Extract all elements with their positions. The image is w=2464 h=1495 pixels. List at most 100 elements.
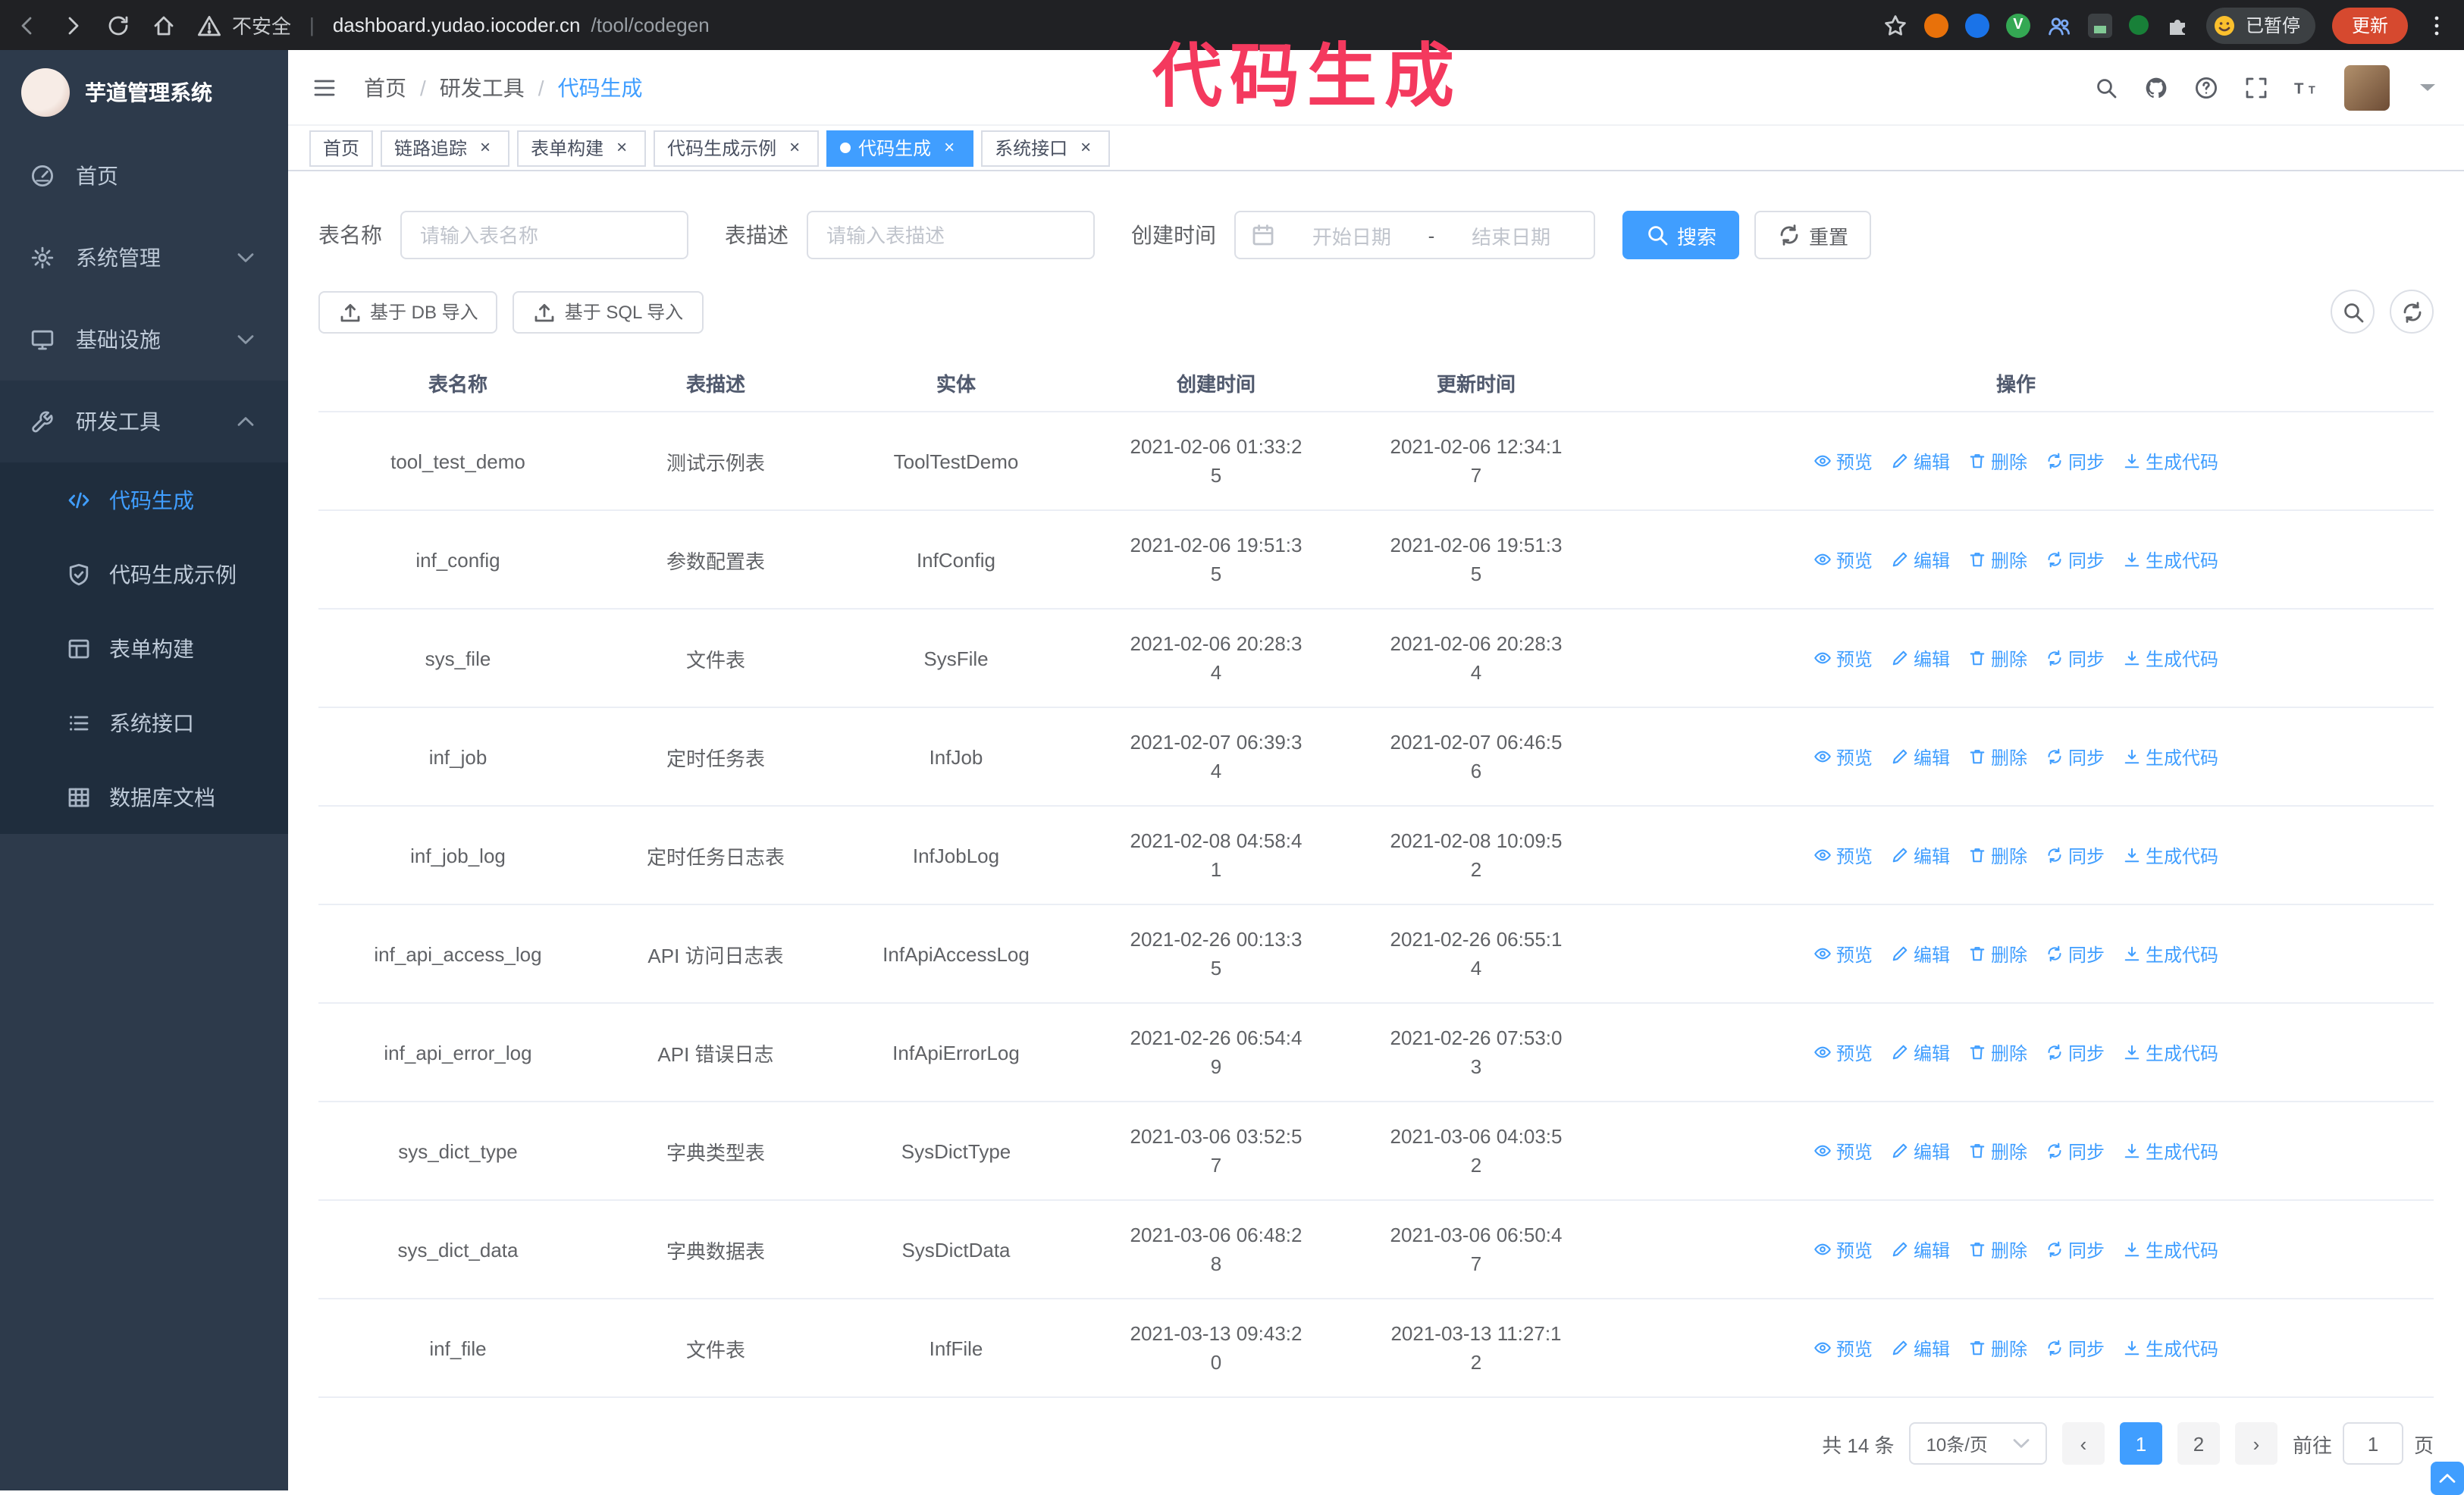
tab-close-icon[interactable]: ×: [1075, 136, 1096, 158]
page-size-select[interactable]: 10条/页: [1909, 1422, 2047, 1465]
extension-icon-people[interactable]: [2047, 13, 2071, 37]
tab-codegen[interactable]: 代码生成 ×: [826, 130, 974, 166]
delete-link[interactable]: 删除: [1968, 744, 2027, 769]
page-button-1[interactable]: 1: [2119, 1422, 2162, 1465]
sync-link[interactable]: 同步: [2045, 744, 2105, 769]
help-question-icon[interactable]: [2194, 75, 2218, 99]
extension-icon-vue[interactable]: V: [2005, 13, 2030, 37]
date-end-input[interactable]: 结束日期: [1444, 221, 1578, 249]
breadcrumb-devtools[interactable]: 研发工具: [440, 72, 525, 102]
delete-link[interactable]: 删除: [1968, 547, 2027, 572]
delete-link[interactable]: 删除: [1968, 842, 2027, 868]
sidebar-toggle-icon[interactable]: [312, 75, 337, 99]
fullscreen-icon[interactable]: [2244, 75, 2268, 99]
generate-code-link[interactable]: 生成代码: [2123, 1039, 2218, 1065]
user-avatar[interactable]: [2344, 64, 2390, 110]
sidebar-item-system[interactable]: 系统管理: [0, 217, 288, 299]
browser-forward-icon[interactable]: [61, 13, 85, 37]
tab-system-api[interactable]: 系统接口 ×: [981, 130, 1111, 166]
github-icon[interactable]: [2144, 75, 2168, 99]
generate-code-link[interactable]: 生成代码: [2123, 645, 2218, 671]
delete-link[interactable]: 删除: [1968, 1335, 2027, 1361]
date-start-input[interactable]: 开始日期: [1284, 221, 1419, 249]
import-db-button[interactable]: 基于 DB 导入: [318, 290, 498, 333]
address-bar[interactable]: 不安全 | dashboard.yudao.iocoder.cn/tool/co…: [197, 11, 710, 39]
extension-icon-orange[interactable]: [1923, 13, 1948, 37]
browser-home-icon[interactable]: [152, 13, 176, 37]
tab-close-icon[interactable]: ×: [475, 136, 496, 158]
table-name-input[interactable]: [400, 211, 688, 259]
sync-link[interactable]: 同步: [2045, 842, 2105, 868]
delete-link[interactable]: 删除: [1968, 645, 2027, 671]
preview-link[interactable]: 预览: [1814, 547, 1873, 572]
browser-update-button[interactable]: 更新: [2331, 7, 2408, 43]
generate-code-link[interactable]: 生成代码: [2123, 1335, 2218, 1361]
tab-home[interactable]: 首页: [309, 130, 374, 166]
preview-link[interactable]: 预览: [1814, 744, 1873, 769]
sync-link[interactable]: 同步: [2045, 448, 2105, 474]
tab-form-builder[interactable]: 表单构建 ×: [517, 130, 647, 166]
edit-link[interactable]: 编辑: [1891, 547, 1950, 572]
tab-close-icon[interactable]: ×: [784, 136, 805, 158]
toggle-search-button[interactable]: [2331, 290, 2375, 334]
edit-link[interactable]: 编辑: [1891, 448, 1950, 474]
extension-icon-blue[interactable]: [1964, 13, 1989, 37]
generate-code-link[interactable]: 生成代码: [2123, 941, 2218, 967]
header-search-icon[interactable]: [2094, 75, 2118, 99]
edit-link[interactable]: 编辑: [1891, 941, 1950, 967]
browser-back-icon[interactable]: [15, 13, 39, 37]
browser-reload-icon[interactable]: [106, 13, 130, 37]
delete-link[interactable]: 删除: [1968, 941, 2027, 967]
sidebar-item-codegen[interactable]: 代码生成: [0, 462, 288, 537]
preview-link[interactable]: 预览: [1814, 1039, 1873, 1065]
sidebar-logo[interactable]: 芋道管理系统: [0, 50, 288, 135]
sync-link[interactable]: 同步: [2045, 1138, 2105, 1164]
sidebar-item-system-api[interactable]: 系统接口: [0, 685, 288, 760]
generate-code-link[interactable]: 生成代码: [2123, 448, 2218, 474]
delete-link[interactable]: 删除: [1968, 1039, 2027, 1065]
preview-link[interactable]: 预览: [1814, 941, 1873, 967]
sidebar-item-devtools[interactable]: 研发工具: [0, 381, 288, 462]
preview-link[interactable]: 预览: [1814, 645, 1873, 671]
preview-link[interactable]: 预览: [1814, 448, 1873, 474]
breadcrumb-home[interactable]: 首页: [364, 72, 406, 102]
delete-link[interactable]: 删除: [1968, 1138, 2027, 1164]
tab-tracing[interactable]: 链路追踪 ×: [381, 130, 510, 166]
date-range-picker[interactable]: 开始日期 - 结束日期: [1234, 211, 1595, 259]
sync-link[interactable]: 同步: [2045, 1039, 2105, 1065]
edit-link[interactable]: 编辑: [1891, 744, 1950, 769]
import-sql-button[interactable]: 基于 SQL 导入: [513, 290, 704, 333]
tab-close-icon[interactable]: ×: [939, 136, 960, 158]
preview-link[interactable]: 预览: [1814, 842, 1873, 868]
sidebar-item-db-docs[interactable]: 数据库文档: [0, 760, 288, 834]
sync-link[interactable]: 同步: [2045, 1236, 2105, 1262]
delete-link[interactable]: 删除: [1968, 448, 2027, 474]
generate-code-link[interactable]: 生成代码: [2123, 547, 2218, 572]
sync-link[interactable]: 同步: [2045, 1335, 2105, 1361]
goto-page-input[interactable]: [2342, 1422, 2403, 1465]
preview-link[interactable]: 预览: [1814, 1335, 1873, 1361]
preview-link[interactable]: 预览: [1814, 1138, 1873, 1164]
edit-link[interactable]: 编辑: [1891, 1236, 1950, 1262]
table-desc-input[interactable]: [807, 211, 1095, 259]
generate-code-link[interactable]: 生成代码: [2123, 1236, 2218, 1262]
search-button[interactable]: 搜索: [1622, 211, 1740, 259]
sync-link[interactable]: 同步: [2045, 941, 2105, 967]
bookmark-star-icon[interactable]: [1883, 13, 1908, 37]
security-warning-icon[interactable]: [197, 13, 221, 37]
extensions-puzzle-icon[interactable]: [2165, 13, 2190, 37]
generate-code-link[interactable]: 生成代码: [2123, 1138, 2218, 1164]
avatar-caret-down-icon[interactable]: [2415, 75, 2440, 99]
generate-code-link[interactable]: 生成代码: [2123, 744, 2218, 769]
edit-link[interactable]: 编辑: [1891, 1138, 1950, 1164]
browser-menu-kebab-icon[interactable]: [2425, 13, 2449, 37]
edit-link[interactable]: 编辑: [1891, 842, 1950, 868]
refresh-table-button[interactable]: [2390, 290, 2434, 334]
sidebar-item-home[interactable]: 首页: [0, 135, 288, 217]
sync-link[interactable]: 同步: [2045, 645, 2105, 671]
prev-page-button[interactable]: ‹: [2061, 1422, 2105, 1465]
tab-close-icon[interactable]: ×: [611, 136, 632, 158]
back-to-top-button[interactable]: [2431, 1462, 2464, 1495]
edit-link[interactable]: 编辑: [1891, 1335, 1950, 1361]
sidebar-item-infra[interactable]: 基础设施: [0, 299, 288, 381]
